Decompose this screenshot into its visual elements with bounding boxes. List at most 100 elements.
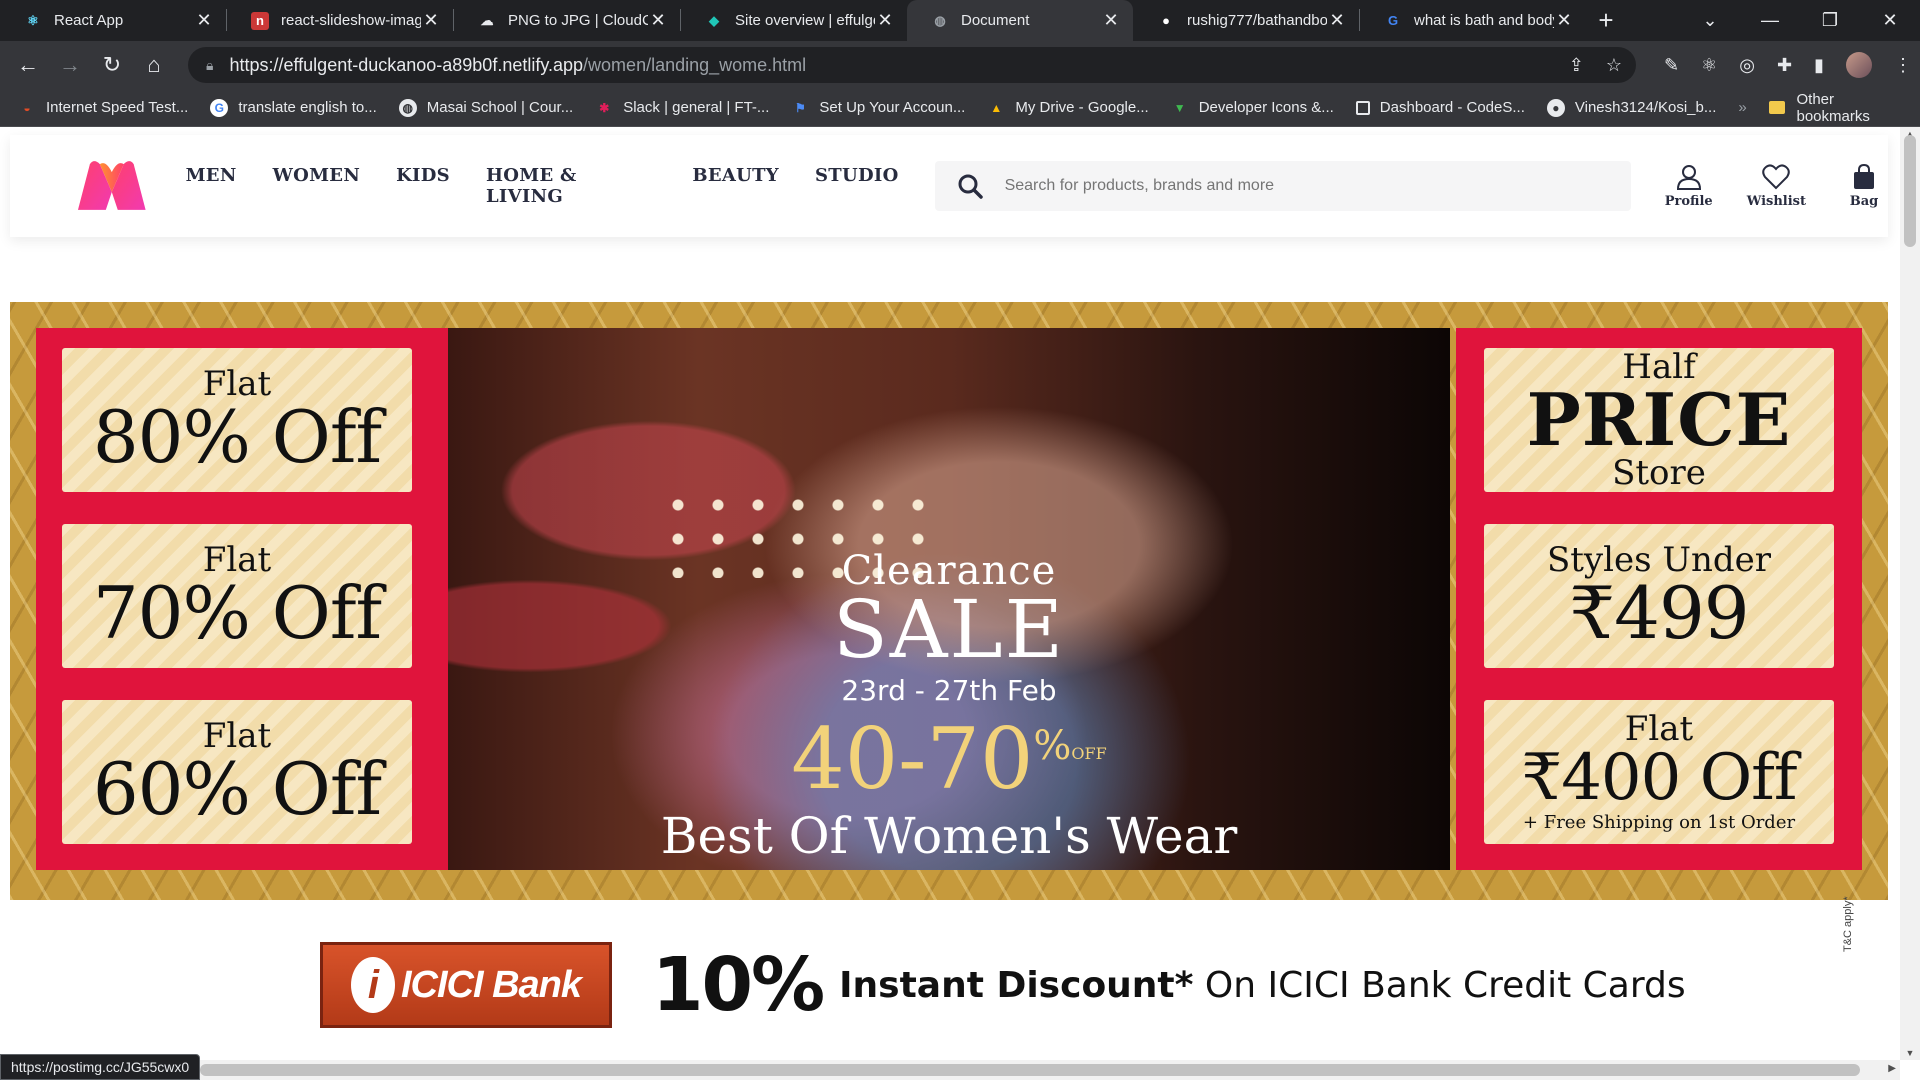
close-icon[interactable]: ✕ [648, 10, 668, 31]
discount-suffix: % [1033, 723, 1072, 769]
tab-react-slideshow[interactable]: n react-slideshow-imag ✕ [227, 0, 453, 41]
slack-icon: ✱ [599, 100, 610, 115]
instant-discount-percent: 10% [652, 942, 825, 1028]
close-icon[interactable]: ✕ [1101, 10, 1121, 31]
tab-png-to-jpg[interactable]: ☁ PNG to JPG | CloudCo ✕ [454, 0, 680, 41]
back-icon[interactable]: ← [8, 45, 48, 85]
bookmarks-overflow-button[interactable]: » [1738, 99, 1746, 116]
bookmark-label: Masai School | Cour... [426, 99, 574, 116]
bookmark-item[interactable]: Dashboard - CodeS... [1355, 99, 1525, 116]
scrollbar-thumb[interactable] [1904, 135, 1916, 247]
tab-react-app[interactable]: ⚛ React App ✕ [0, 0, 226, 41]
github-icon: ● [1162, 13, 1170, 28]
close-icon[interactable]: ✕ [194, 10, 214, 31]
tab-github-rushig[interactable]: ● rushig777/bathandbo ✕ [1133, 0, 1359, 41]
wishlist-label: Wishlist [1746, 193, 1806, 209]
lock-icon[interactable]: 🔒︎ [206, 57, 213, 74]
instant-discount-rest: On ICICI Bank Credit Cards [1193, 964, 1686, 1006]
extension-target-icon[interactable]: ◎ [1739, 55, 1755, 76]
extensions-puzzle-icon[interactable]: ✚ [1777, 55, 1792, 76]
tab-google-search[interactable]: G what is bath and body ✕ [1360, 0, 1586, 41]
scrollbar-thumb[interactable] [200, 1064, 1860, 1076]
bookmark-item[interactable]: ◍ Masai School | Cour... [398, 98, 574, 117]
nav-beauty[interactable]: BEAUTY [692, 165, 779, 207]
cloudconvert-icon: ☁ [480, 12, 494, 28]
link-hover-status: https://postimg.cc/JG55cwx0 [0, 1054, 201, 1080]
tagline: Best Of Women's Wear [660, 807, 1238, 865]
address-bar[interactable]: 🔒︎ https://effulgent-duckanoo-a89b0f.net… [188, 47, 1636, 83]
bookmark-label: Slack | general | FT-... [623, 99, 770, 116]
nav-women[interactable]: WOMEN [273, 165, 361, 207]
profile-avatar[interactable] [1845, 52, 1872, 78]
window-close-icon[interactable]: ✕ [1860, 10, 1920, 31]
offer-card-flat-400-off[interactable]: Flat ₹400 Off + Free Shipping on 1st Ord… [1484, 700, 1834, 844]
tab-document[interactable]: ◍ Document ✕ [907, 0, 1133, 41]
google-drive-icon: ▲ [990, 100, 1003, 115]
bookmark-item[interactable]: ▲ My Drive - Google... [987, 99, 1148, 117]
tab-search-icon[interactable]: ⌄ [1680, 10, 1740, 31]
offer-card-70-off[interactable]: Flat 70% Off [62, 524, 412, 668]
other-bookmarks-label: Other bookmarks [1796, 90, 1870, 125]
bookmark-star-icon[interactable]: ☆ [1606, 55, 1622, 76]
discount-off: OFF [1071, 744, 1107, 763]
bookmark-item[interactable]: ● Vinesh3124/Kosi_b... [1546, 98, 1716, 117]
nav-kids[interactable]: KIDS [396, 165, 450, 207]
sale-dates: 23rd - 27th Feb [841, 674, 1057, 707]
scroll-down-icon[interactable]: ▼ [1900, 1048, 1920, 1058]
nav-home-living[interactable]: HOME & LIVING [486, 165, 656, 207]
main-nav: MEN WOMEN KIDS HOME & LIVING BEAUTY STUD… [186, 165, 899, 207]
react-devtools-icon[interactable]: ⚛ [1701, 55, 1717, 76]
profile-button[interactable]: Profile [1665, 164, 1713, 209]
bookmark-item[interactable]: ▼ Developer Icons &... [1171, 99, 1334, 117]
bookmark-item[interactable]: Gtranslate english to... [210, 98, 377, 117]
other-bookmarks-folder[interactable]: Other bookmarks [1768, 90, 1910, 125]
flag-icon: ⚑ [795, 100, 806, 115]
offer-main: ₹499 [1569, 571, 1749, 655]
scroll-right-icon[interactable]: ▶ [1888, 1063, 1896, 1074]
side-panel-icon[interactable]: ▮ [1814, 55, 1824, 76]
search-icon[interactable] [935, 173, 1005, 199]
nav-studio[interactable]: STUDIO [815, 165, 899, 207]
wishlist-button[interactable]: Wishlist [1746, 163, 1806, 209]
bag-button[interactable]: Bag [1840, 163, 1888, 209]
offer-main: 60% Off [92, 747, 382, 831]
tab-title: React App [54, 12, 124, 29]
icici-offer-strip[interactable]: i ICICI Bank 10% Instant Discount* On IC… [320, 935, 1880, 1035]
offer-bottom: Store [1612, 453, 1706, 493]
offer-main: 80% Off [92, 395, 382, 479]
close-icon[interactable]: ✕ [421, 10, 441, 31]
offer-card-styles-under-499[interactable]: Styles Under ₹499 [1484, 524, 1834, 668]
tab-site-overview[interactable]: ◆ Site overview | effulge ✕ [681, 0, 907, 41]
offer-card-half-price[interactable]: Half PRICE Store [1484, 348, 1834, 492]
devicon-icon: ▼ [1173, 100, 1186, 115]
close-icon[interactable]: ✕ [875, 10, 895, 31]
vertical-scrollbar[interactable]: ▲ ▼ [1900, 127, 1920, 1060]
offer-card-80-off[interactable]: Flat 80% Off [62, 348, 412, 492]
myntra-logo[interactable] [74, 158, 150, 214]
forward-icon[interactable]: → [50, 45, 90, 85]
nav-men[interactable]: MEN [186, 165, 237, 207]
restore-icon[interactable]: ❐ [1800, 10, 1860, 31]
offer-main: ₹400 Off [1521, 741, 1797, 815]
header-actions: Profile Wishlist Bag [1665, 163, 1888, 209]
bookmark-item[interactable]: ◒ Internet Speed Test... [18, 99, 188, 117]
page-viewport: MEN WOMEN KIDS HOME & LIVING BEAUTY STUD… [0, 127, 1900, 1060]
minimize-icon[interactable]: — [1740, 10, 1800, 31]
close-icon[interactable]: ✕ [1327, 10, 1347, 31]
home-icon[interactable]: ⌂ [134, 45, 174, 85]
extension-pen-icon[interactable]: ✎ [1664, 55, 1679, 76]
search-input[interactable] [1004, 177, 1565, 195]
offer-card-60-off[interactable]: Flat 60% Off [62, 700, 412, 844]
bookmark-item[interactable]: ✱ Slack | general | FT-... [595, 99, 769, 117]
share-icon[interactable]: ⇪ [1569, 55, 1584, 76]
close-icon[interactable]: ✕ [1554, 10, 1574, 31]
reload-icon[interactable]: ↻ [92, 45, 132, 85]
new-tab-button[interactable]: + [1586, 0, 1626, 41]
profile-icon [1676, 164, 1701, 190]
bookmark-label: Internet Speed Test... [46, 99, 189, 116]
clearance-sale-banner[interactable]: Flat 80% Off Flat 70% Off Flat 60% Off C… [10, 302, 1888, 900]
horizontal-scrollbar[interactable]: ▶ [0, 1060, 1900, 1080]
menu-kebab-icon[interactable]: ⋮ [1894, 55, 1912, 76]
site-header: MEN WOMEN KIDS HOME & LIVING BEAUTY STUD… [10, 135, 1888, 237]
bookmark-item[interactable]: ⚑ Set Up Your Accoun... [791, 99, 965, 117]
